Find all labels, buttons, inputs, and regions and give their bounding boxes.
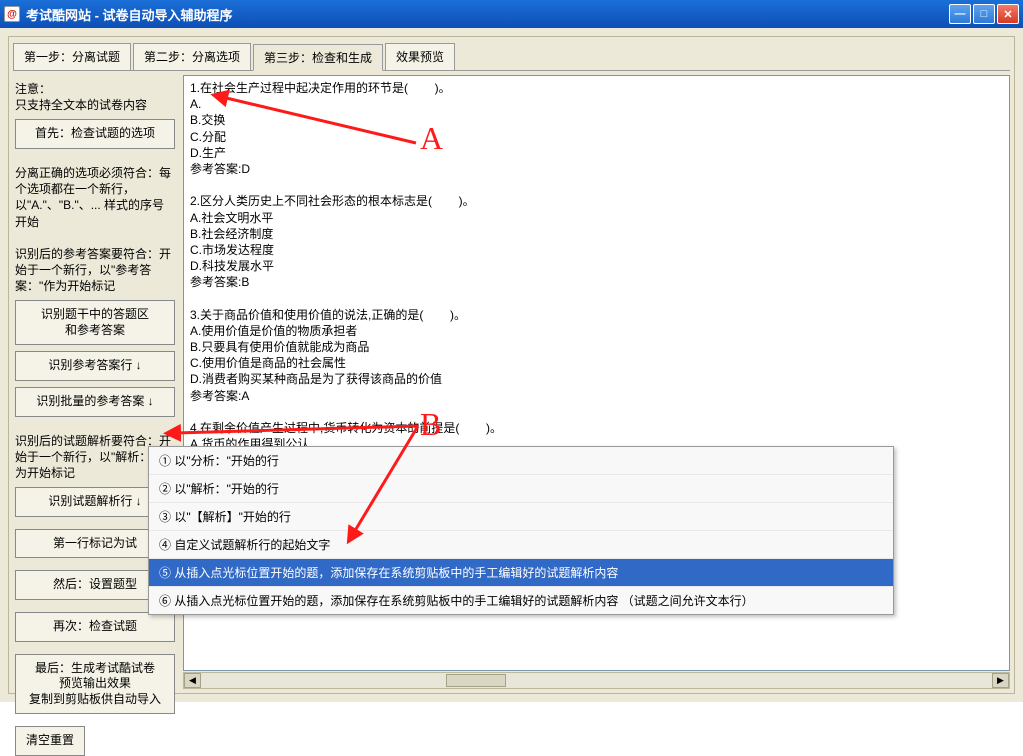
maximize-button[interactable]: □ (973, 4, 995, 24)
context-menu: ① 以"分析："开始的行② 以"解析："开始的行③ 以"【解析】"开始的行④ 自… (148, 446, 894, 615)
tab-step2[interactable]: 第二步：分离选项 (133, 43, 251, 70)
menu-item-6[interactable]: ⑥ 从插入点光标位置开始的题，添加保存在系统剪贴板中的手工编辑好的试题解析内容 … (149, 587, 893, 614)
recognize-area-button[interactable]: 识别题干中的答题区 和参考答案 (15, 300, 175, 345)
scroll-thumb[interactable] (446, 674, 506, 687)
menu-item-1[interactable]: ① 以"分析："开始的行 (149, 447, 893, 475)
note-options-rule: 分离正确的选项必须符合：每个选项都在一个新行，以"A."、"B."、... 样式… (15, 165, 175, 230)
minimize-button[interactable]: — (949, 4, 971, 24)
tab-bar: 第一步：分离试题 第二步：分离选项 第三步：检查和生成 效果预览 (9, 37, 1014, 70)
generate-final-button[interactable]: 最后：生成考试酷试卷 预览输出效果 复制到剪贴板供自动导入 (15, 654, 175, 715)
clear-reset-button[interactable]: 清空重置 (15, 726, 85, 756)
horizontal-scrollbar[interactable]: ◀ ▶ (183, 672, 1010, 689)
note-header: 注意： 只支持全文本的试卷内容 (15, 81, 175, 113)
scroll-left-button[interactable]: ◀ (184, 673, 201, 688)
app-icon: @ (4, 6, 20, 22)
note-answer-rule: 识别后的参考答案要符合：开始于一个新行，以"参考答案："作为开始标记 (15, 246, 175, 295)
close-button[interactable]: ✕ (997, 4, 1019, 24)
menu-item-4[interactable]: ④ 自定义试题解析行的起始文字 (149, 531, 893, 559)
recheck-button[interactable]: 再次：检查试题 (15, 612, 175, 642)
recognize-batch-answer-button[interactable]: 识别批量的参考答案 ↓ (15, 387, 175, 417)
title-bar: @ 考试酷网站 - 试卷自动导入辅助程序 — □ ✕ (0, 0, 1023, 28)
window-title: 考试酷网站 - 试卷自动导入辅助程序 (26, 5, 949, 24)
menu-item-5[interactable]: ⑤ 从插入点光标位置开始的题，添加保存在系统剪贴板中的手工编辑好的试题解析内容 (149, 559, 893, 587)
recognize-answer-row-button[interactable]: 识别参考答案行 ↓ (15, 351, 175, 381)
scroll-right-button[interactable]: ▶ (992, 673, 1009, 688)
menu-item-3[interactable]: ③ 以"【解析】"开始的行 (149, 503, 893, 531)
tab-preview[interactable]: 效果预览 (385, 43, 455, 70)
tab-step3[interactable]: 第三步：检查和生成 (253, 44, 383, 71)
check-options-button[interactable]: 首先：检查试题的选项 (15, 119, 175, 149)
tab-step1[interactable]: 第一步：分离试题 (13, 43, 131, 70)
menu-item-2[interactable]: ② 以"解析："开始的行 (149, 475, 893, 503)
scroll-track[interactable] (201, 673, 992, 688)
